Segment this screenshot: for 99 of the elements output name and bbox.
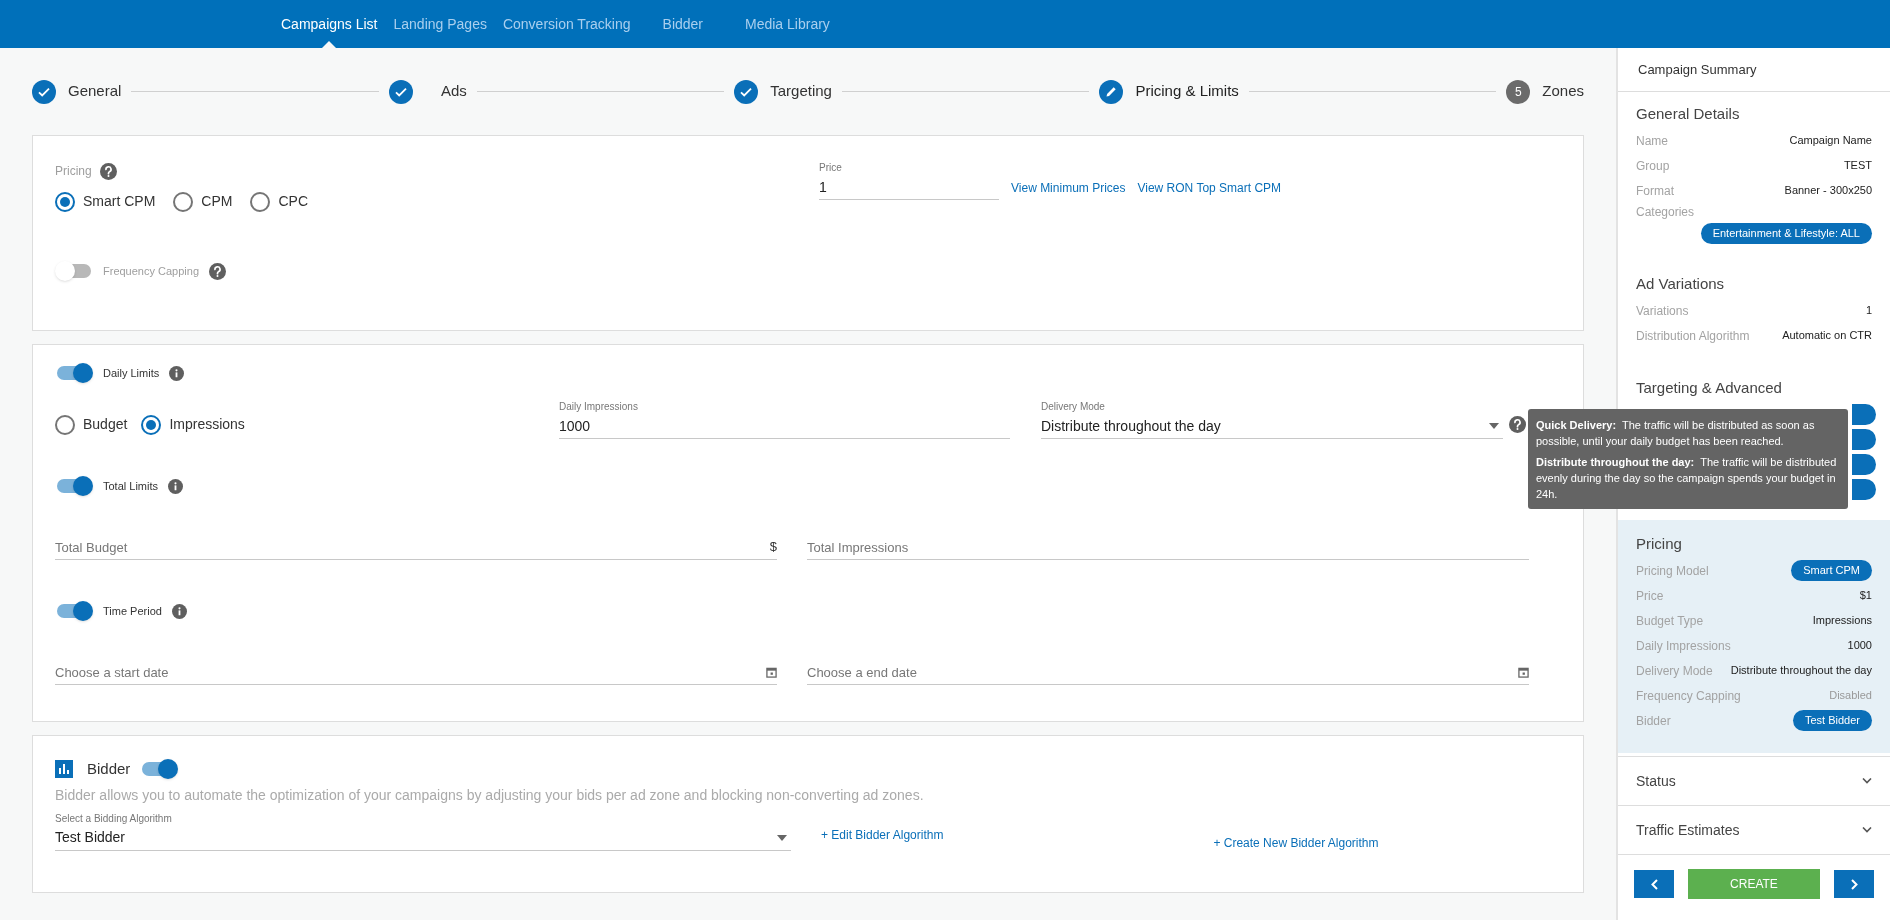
row-label: Bidder bbox=[1636, 712, 1671, 730]
calendar-icon bbox=[766, 666, 777, 678]
switch-toggle[interactable] bbox=[55, 600, 93, 622]
step-number: 5 bbox=[1506, 79, 1531, 104]
help-icon[interactable] bbox=[99, 162, 117, 180]
row-label: Daily Impressions bbox=[1636, 637, 1731, 655]
link[interactable]: View Minimum Prices bbox=[1011, 179, 1126, 197]
row-label: Group bbox=[1636, 157, 1670, 175]
row-value: 1000 bbox=[1847, 638, 1872, 654]
caret-icon bbox=[1489, 423, 1499, 429]
tag-edge bbox=[1852, 404, 1876, 425]
section-title: Targeting & Advanced bbox=[1636, 378, 1783, 398]
switch-toggle[interactable] bbox=[140, 758, 179, 781]
pencil-icon bbox=[1099, 79, 1124, 104]
row-label: Budget Type bbox=[1636, 612, 1704, 630]
currency-symbol: $ bbox=[769, 538, 777, 557]
radio-button[interactable]: Budget bbox=[55, 414, 128, 435]
row-label: Pricing Model bbox=[1636, 562, 1709, 580]
check-icon bbox=[388, 79, 413, 104]
step-label[interactable]: Pricing & Limits bbox=[1135, 80, 1239, 103]
section-title: General Details bbox=[1636, 104, 1741, 124]
tooltip-text: Distribute throughout the day: The traffic will be distributed evenly during the day so the campaign spends your budget in 24h. bbox=[1536, 455, 1838, 502]
row-value: Impressions bbox=[1812, 613, 1872, 629]
toggle-label: Time Period bbox=[103, 603, 162, 619]
row-value: Automatic on CTR bbox=[1782, 328, 1872, 344]
field-label: Price bbox=[819, 161, 843, 175]
select-field[interactable]: Select a Bidding Algorithm Test Bidder bbox=[55, 811, 791, 851]
row-label: Delivery Mode bbox=[1636, 662, 1713, 680]
chart-icon bbox=[55, 760, 73, 779]
step-label[interactable]: Targeting bbox=[770, 80, 832, 103]
step-label[interactable]: General bbox=[68, 80, 122, 103]
chevron-icon bbox=[1862, 827, 1872, 833]
accordion-header[interactable]: Traffic Estimates bbox=[1618, 805, 1890, 854]
input-field[interactable]: Choose a start date bbox=[55, 661, 758, 683]
tag: Test Bidder bbox=[1792, 710, 1872, 731]
accordion-header[interactable]: Status bbox=[1618, 756, 1890, 805]
input-field[interactable]: 1000 bbox=[559, 415, 1010, 437]
info-icon[interactable] bbox=[171, 603, 187, 619]
row-label: Format bbox=[1636, 182, 1674, 200]
calendar-icon bbox=[1518, 666, 1529, 678]
help-icon[interactable] bbox=[209, 262, 226, 280]
toggle-label: Daily Limits bbox=[103, 365, 160, 381]
section-title: Ad Variations bbox=[1636, 274, 1726, 294]
row-label: Distribution Algorithm bbox=[1636, 327, 1750, 345]
field-label: Pricing bbox=[55, 163, 92, 180]
link[interactable]: + Edit Bidder Algorithm bbox=[821, 825, 944, 844]
row-value: 1 bbox=[1865, 303, 1872, 319]
panel-title: Campaign Summary bbox=[1618, 48, 1890, 92]
link[interactable]: + Create New Bidder Algorithm bbox=[1213, 833, 1379, 852]
step-label[interactable]: Ads bbox=[440, 80, 467, 103]
tag-edge bbox=[1852, 479, 1876, 500]
input-field[interactable]: Total Impressions bbox=[807, 536, 1529, 558]
description: Bidder allows you to automate the optimization of your campaigns by adjusting your bids per ad zone and blocking non-converting ad zones. bbox=[55, 785, 925, 805]
switch-toggle[interactable] bbox=[55, 260, 93, 282]
tag-edge bbox=[1852, 429, 1876, 450]
radio-button[interactable]: Impressions bbox=[141, 414, 245, 435]
radio-button[interactable]: CPM bbox=[173, 191, 233, 212]
caret-icon bbox=[777, 834, 787, 841]
tooltip-text: Quick Delivery: The traffic will be distributed as soon as possible, until your daily budget has been reached. bbox=[1536, 418, 1816, 449]
row-label: Variations bbox=[1636, 302, 1689, 320]
tag: Smart CPM bbox=[1791, 560, 1872, 581]
row-value: Campaign Name bbox=[1789, 133, 1872, 149]
help-icon[interactable] bbox=[1509, 416, 1526, 433]
input-field[interactable]: Choose a end date bbox=[807, 661, 1510, 683]
section-title: Bidder bbox=[87, 759, 131, 779]
tag-edge bbox=[1852, 454, 1876, 475]
select-field[interactable]: Delivery Mode Distribute throughout the day bbox=[1041, 400, 1503, 439]
step-label[interactable]: Zones bbox=[1542, 80, 1584, 103]
nav-tab[interactable]: Campaigns List bbox=[279, 0, 380, 48]
check-icon bbox=[32, 79, 56, 104]
row-label: Frequency Capping bbox=[1636, 687, 1741, 705]
chevron-icon bbox=[1862, 778, 1872, 784]
info-icon[interactable] bbox=[169, 365, 185, 381]
previous-button[interactable] bbox=[1634, 870, 1674, 898]
chevron-left-icon bbox=[1650, 878, 1658, 890]
input-field[interactable]: 1 bbox=[819, 176, 999, 198]
row-value: Disabled bbox=[1829, 688, 1872, 704]
tag: Entertainment & Lifestyle: ALL bbox=[1700, 223, 1872, 244]
row-label: Name bbox=[1636, 132, 1668, 150]
row-value: Distribute throughout the day bbox=[1730, 663, 1872, 679]
radio-button[interactable]: Smart CPM bbox=[55, 191, 156, 212]
toggle-label: Frequency Capping bbox=[103, 263, 199, 279]
switch-toggle[interactable] bbox=[55, 362, 93, 384]
row-label: Categories bbox=[1636, 204, 1696, 221]
link[interactable]: View RON Top Smart CPM bbox=[1137, 179, 1282, 197]
info-icon[interactable] bbox=[168, 478, 184, 494]
toggle-label: Total Limits bbox=[103, 478, 159, 494]
row-value: $1 bbox=[1859, 588, 1872, 604]
input-field[interactable]: Total Budget bbox=[55, 536, 762, 558]
chevron-right-icon bbox=[1850, 878, 1858, 890]
row-value: TEST bbox=[1843, 158, 1872, 174]
check-icon bbox=[734, 79, 759, 104]
next-button[interactable] bbox=[1834, 870, 1874, 898]
row-value: Banner - 300x250 bbox=[1784, 183, 1872, 199]
field-label: Daily Impressions bbox=[559, 400, 639, 414]
switch-toggle[interactable] bbox=[55, 475, 93, 497]
radio-button[interactable]: CPC bbox=[250, 191, 309, 212]
row-label: Price bbox=[1636, 587, 1664, 605]
section-title: Pricing bbox=[1636, 534, 1683, 554]
